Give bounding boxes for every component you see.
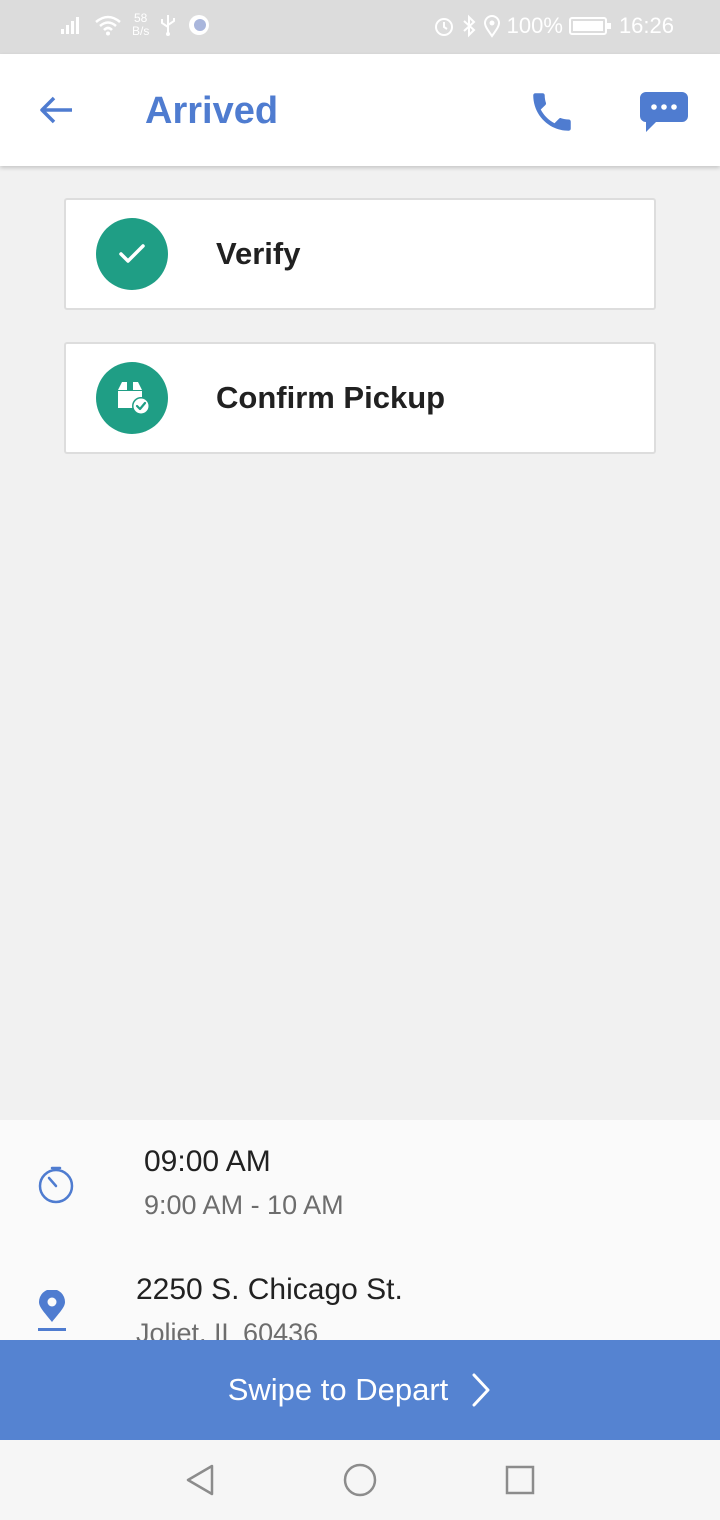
nav-back-button[interactable] (180, 1460, 220, 1500)
battery-percent: 100% (506, 13, 563, 38)
status-right: 100% 16:26 (433, 13, 674, 39)
battery-icon (568, 17, 611, 35)
map-pin-icon (38, 1290, 66, 1331)
chevron-right-icon (472, 1373, 490, 1407)
chat-bubble-icon (640, 92, 688, 132)
location-icon (483, 15, 500, 38)
network-speed: 58 B/s (132, 12, 149, 38)
stop-time-window: 9:00 AM - 10 AM (144, 1190, 344, 1220)
status-time: 16:26 (618, 13, 674, 38)
task-card-confirm-pickup[interactable]: Confirm Pickup (64, 342, 656, 454)
wifi-icon (95, 15, 121, 36)
network-speed-unit: B/s (132, 24, 150, 38)
triangle-back-icon (186, 1464, 214, 1496)
app-bar: Arrived (0, 54, 720, 166)
square-recents-icon (505, 1465, 535, 1495)
nav-recents-button[interactable] (500, 1460, 540, 1500)
nav-home-button[interactable] (340, 1460, 380, 1500)
check-icon (119, 244, 145, 263)
task-icon-circle (96, 218, 168, 290)
stop-info-panel: 09:00 AM 9:00 AM - 10 AM 2250 S. Chicago… (0, 1120, 720, 1340)
swipe-to-depart-slider[interactable]: Swipe to Depart (0, 1340, 720, 1440)
package-check-icon (118, 382, 150, 415)
swipe-label: Swipe to Depart (227, 1372, 449, 1407)
status-left: 58 B/s (60, 12, 211, 38)
alarm-icon (434, 18, 453, 36)
phone-icon (533, 93, 571, 131)
app-notification-icon (189, 15, 210, 35)
stop-time: 09:00 AM (144, 1145, 271, 1178)
usb-icon (161, 15, 176, 36)
task-card-verify[interactable]: Verify (64, 198, 656, 310)
circle-home-icon (343, 1463, 377, 1497)
task-label: Confirm Pickup (216, 380, 446, 415)
task-icon-circle (96, 362, 168, 434)
message-button[interactable] (636, 84, 692, 140)
bluetooth-icon (462, 14, 476, 38)
clock-icon (38, 1166, 74, 1204)
address-line-2: Joliet, IL 60436 (136, 1318, 319, 1340)
call-button[interactable] (524, 84, 580, 140)
system-nav-bar (0, 1440, 720, 1520)
address-line-1: 2250 S. Chicago St. (136, 1273, 403, 1306)
signal-icon (61, 17, 79, 34)
arrow-left-icon (40, 96, 72, 124)
task-label: Verify (216, 236, 301, 271)
back-button[interactable] (34, 90, 78, 130)
page-title: Arrived (145, 90, 279, 132)
status-bar: 58 B/s 100% 16:26 (0, 0, 720, 54)
